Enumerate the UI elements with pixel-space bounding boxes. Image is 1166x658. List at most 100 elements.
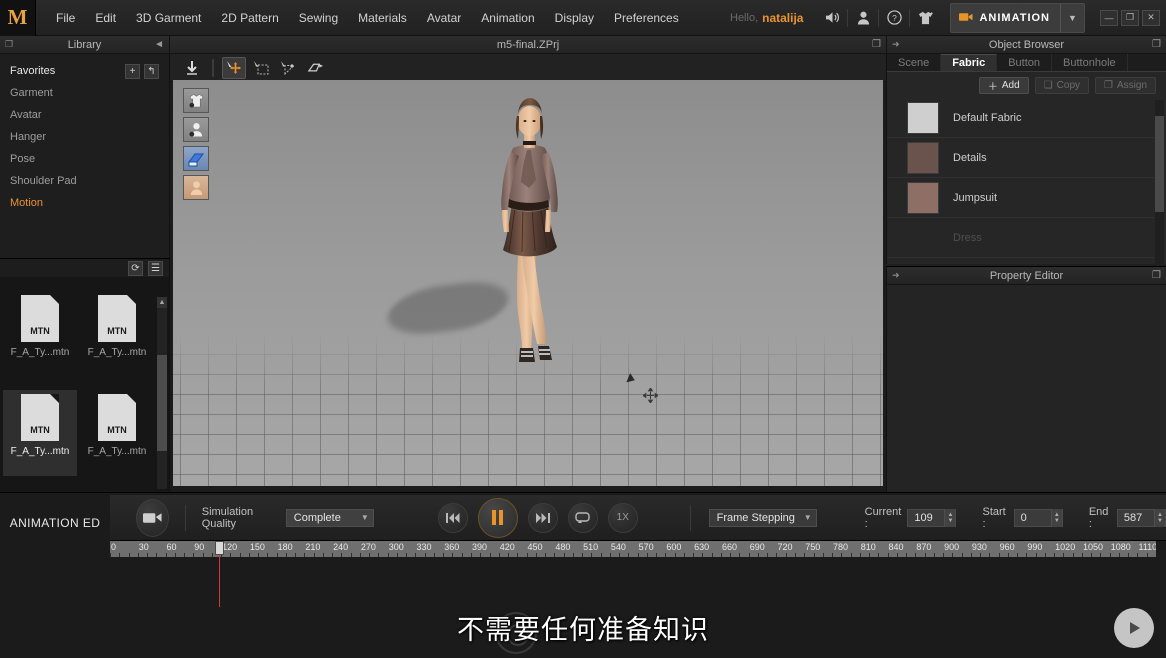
speaker-icon[interactable] (817, 0, 847, 36)
file-label: F_A_Ty...mtn (87, 446, 147, 457)
library-item-garment[interactable]: Garment (0, 82, 169, 104)
select-rectangle-icon[interactable] (249, 57, 273, 79)
refresh-icon[interactable]: ⟳ (128, 260, 143, 276)
show-garment-icon[interactable] (183, 88, 209, 113)
collapse-left-icon[interactable]: ◄ (154, 39, 164, 50)
tab-button[interactable]: Button (997, 54, 1053, 71)
copy-button[interactable]: ❏ Copy (1034, 76, 1090, 94)
ruler-tick (285, 553, 287, 557)
fold-arrange-icon[interactable] (303, 57, 327, 79)
playback-mode-select[interactable]: Frame Stepping ▼ (708, 508, 817, 527)
stepper-icon[interactable]: ▲ ▼ (1050, 508, 1062, 527)
library-item-pose[interactable]: Pose (0, 148, 169, 170)
ruler-tick (739, 553, 741, 557)
fabric-list-scrollbar[interactable] (1155, 100, 1164, 264)
menu-2d-pattern[interactable]: 2D Pattern (211, 5, 288, 31)
chevron-down-icon[interactable]: ▼ (1060, 3, 1084, 32)
help-icon[interactable]: ? (879, 0, 909, 36)
playhead-handle[interactable] (215, 541, 224, 555)
go-to-end-button[interactable] (527, 502, 558, 533)
library-item-avatar[interactable]: Avatar (0, 104, 169, 126)
ruler-tick-label: 480 (555, 542, 571, 552)
tab-fabric[interactable]: Fabric (941, 54, 998, 71)
pause-button[interactable] (477, 497, 518, 538)
fabric-row[interactable]: Default Fabric (887, 98, 1154, 138)
maximize-icon[interactable]: ❐ (1152, 39, 1161, 50)
3d-scene[interactable] (173, 80, 883, 486)
close-button[interactable]: ✕ (1142, 9, 1160, 26)
menu-animation[interactable]: Animation (471, 5, 544, 31)
menu-sewing[interactable]: Sewing (289, 5, 348, 31)
maximize-icon[interactable]: ❐ (872, 39, 881, 50)
garment-icon[interactable] (910, 0, 940, 36)
stepper-icon[interactable]: ▲ ▼ (944, 508, 956, 527)
menu-display[interactable]: Display (545, 5, 604, 31)
menu-edit[interactable]: Edit (85, 5, 126, 31)
show-fabric-icon[interactable] (183, 146, 209, 171)
fabric-row[interactable]: Jumpsuit (887, 178, 1154, 218)
maximize-icon[interactable]: ❐ (1152, 270, 1161, 281)
stepper-icon[interactable]: ▲ ▼ (1154, 508, 1165, 527)
start-frame-input[interactable]: 0 ▲ ▼ (1013, 508, 1063, 527)
loop-button[interactable] (567, 502, 598, 533)
file-item[interactable]: MTN F_A_Ty...mtn (80, 390, 154, 476)
file-item[interactable]: MTN F_A_Ty...mtn (3, 291, 77, 377)
pin-icon[interactable]: ➜ (892, 270, 900, 281)
tab-scene[interactable]: Scene (887, 54, 942, 71)
menu-avatar[interactable]: Avatar (417, 5, 471, 31)
scrollbar-thumb[interactable] (1155, 116, 1164, 212)
playhead-line (219, 555, 220, 607)
username-label[interactable]: natalija (762, 11, 803, 25)
fabric-row[interactable]: Details (887, 138, 1154, 178)
add-icon[interactable]: + (125, 63, 140, 79)
ruler-tick-label: 300 (388, 542, 404, 552)
mtn-file-icon: MTN (98, 394, 136, 441)
menu-file[interactable]: File (46, 5, 85, 31)
library-item-hanger[interactable]: Hanger (0, 126, 169, 148)
avatar-model[interactable] (468, 86, 588, 386)
add-button[interactable]: ＋ Add (978, 76, 1029, 94)
assign-button[interactable]: ❐ Assign (1095, 76, 1156, 94)
fabric-swatch[interactable] (907, 181, 939, 214)
speed-button[interactable]: 1X (607, 502, 638, 533)
select-move-down-icon[interactable] (180, 57, 204, 79)
current-frame-label: Current : (864, 505, 902, 530)
mode-selector[interactable]: ANIMATION ▼ (950, 2, 1085, 33)
go-to-start-button[interactable] (437, 502, 468, 533)
menu-materials[interactable]: Materials (348, 5, 417, 31)
record-button[interactable] (136, 498, 169, 537)
pin-icon[interactable]: ➜ (892, 39, 900, 50)
library-item-motion[interactable]: Motion (0, 192, 169, 214)
menu-preferences[interactable]: Preferences (604, 5, 689, 31)
restore-button[interactable]: ❐ (1121, 9, 1139, 26)
simulation-quality-select[interactable]: Complete ▼ (285, 508, 374, 527)
current-frame-input[interactable]: 109 ▲ ▼ (907, 508, 957, 527)
ruler-tick-label: 1050 (1082, 542, 1103, 552)
file-browser-scrollbar[interactable]: ▲ ▼ (157, 297, 167, 489)
fabric-swatch[interactable] (907, 101, 939, 134)
show-avatar-icon[interactable] (183, 117, 209, 142)
end-frame-input[interactable]: 587 ▲ ▼ (1116, 508, 1166, 527)
tab-buttonhole[interactable]: Buttonhole (1052, 54, 1128, 71)
scroll-up-icon[interactable]: ▲ (157, 297, 167, 308)
minimize-button[interactable]: — (1100, 9, 1118, 26)
library-item-shoulder-pad[interactable]: Shoulder Pad (0, 170, 169, 192)
ruler-tick (498, 553, 500, 557)
menu-3d-garment[interactable]: 3D Garment (126, 5, 211, 31)
file-item[interactable]: MTN F_A_Ty...mtn (80, 291, 154, 377)
library-item-favorites[interactable]: Favorites + ↰ (0, 60, 169, 82)
file-item-selected[interactable]: MTN F_A_Ty...mtn (3, 390, 77, 476)
play-button-logo (1114, 608, 1154, 648)
back-icon[interactable]: ↰ (144, 63, 159, 79)
list-view-icon[interactable]: ☰ (148, 260, 163, 276)
user-icon[interactable] (848, 0, 878, 36)
fabric-row[interactable]: Dress (887, 218, 1154, 258)
ruler-tick (813, 553, 815, 557)
select-lasso-icon[interactable] (276, 57, 300, 79)
fabric-swatch[interactable] (907, 141, 939, 174)
show-skin-icon[interactable] (183, 175, 209, 200)
timeline-ruler[interactable]: 0 30 60 90 120 150 180 210 240 270 300 330 360 390 420… (110, 541, 1156, 557)
transform-gizmo-icon[interactable] (222, 56, 246, 79)
pin-icon[interactable]: ❐ (5, 39, 13, 50)
scrollbar-thumb[interactable] (157, 355, 167, 451)
